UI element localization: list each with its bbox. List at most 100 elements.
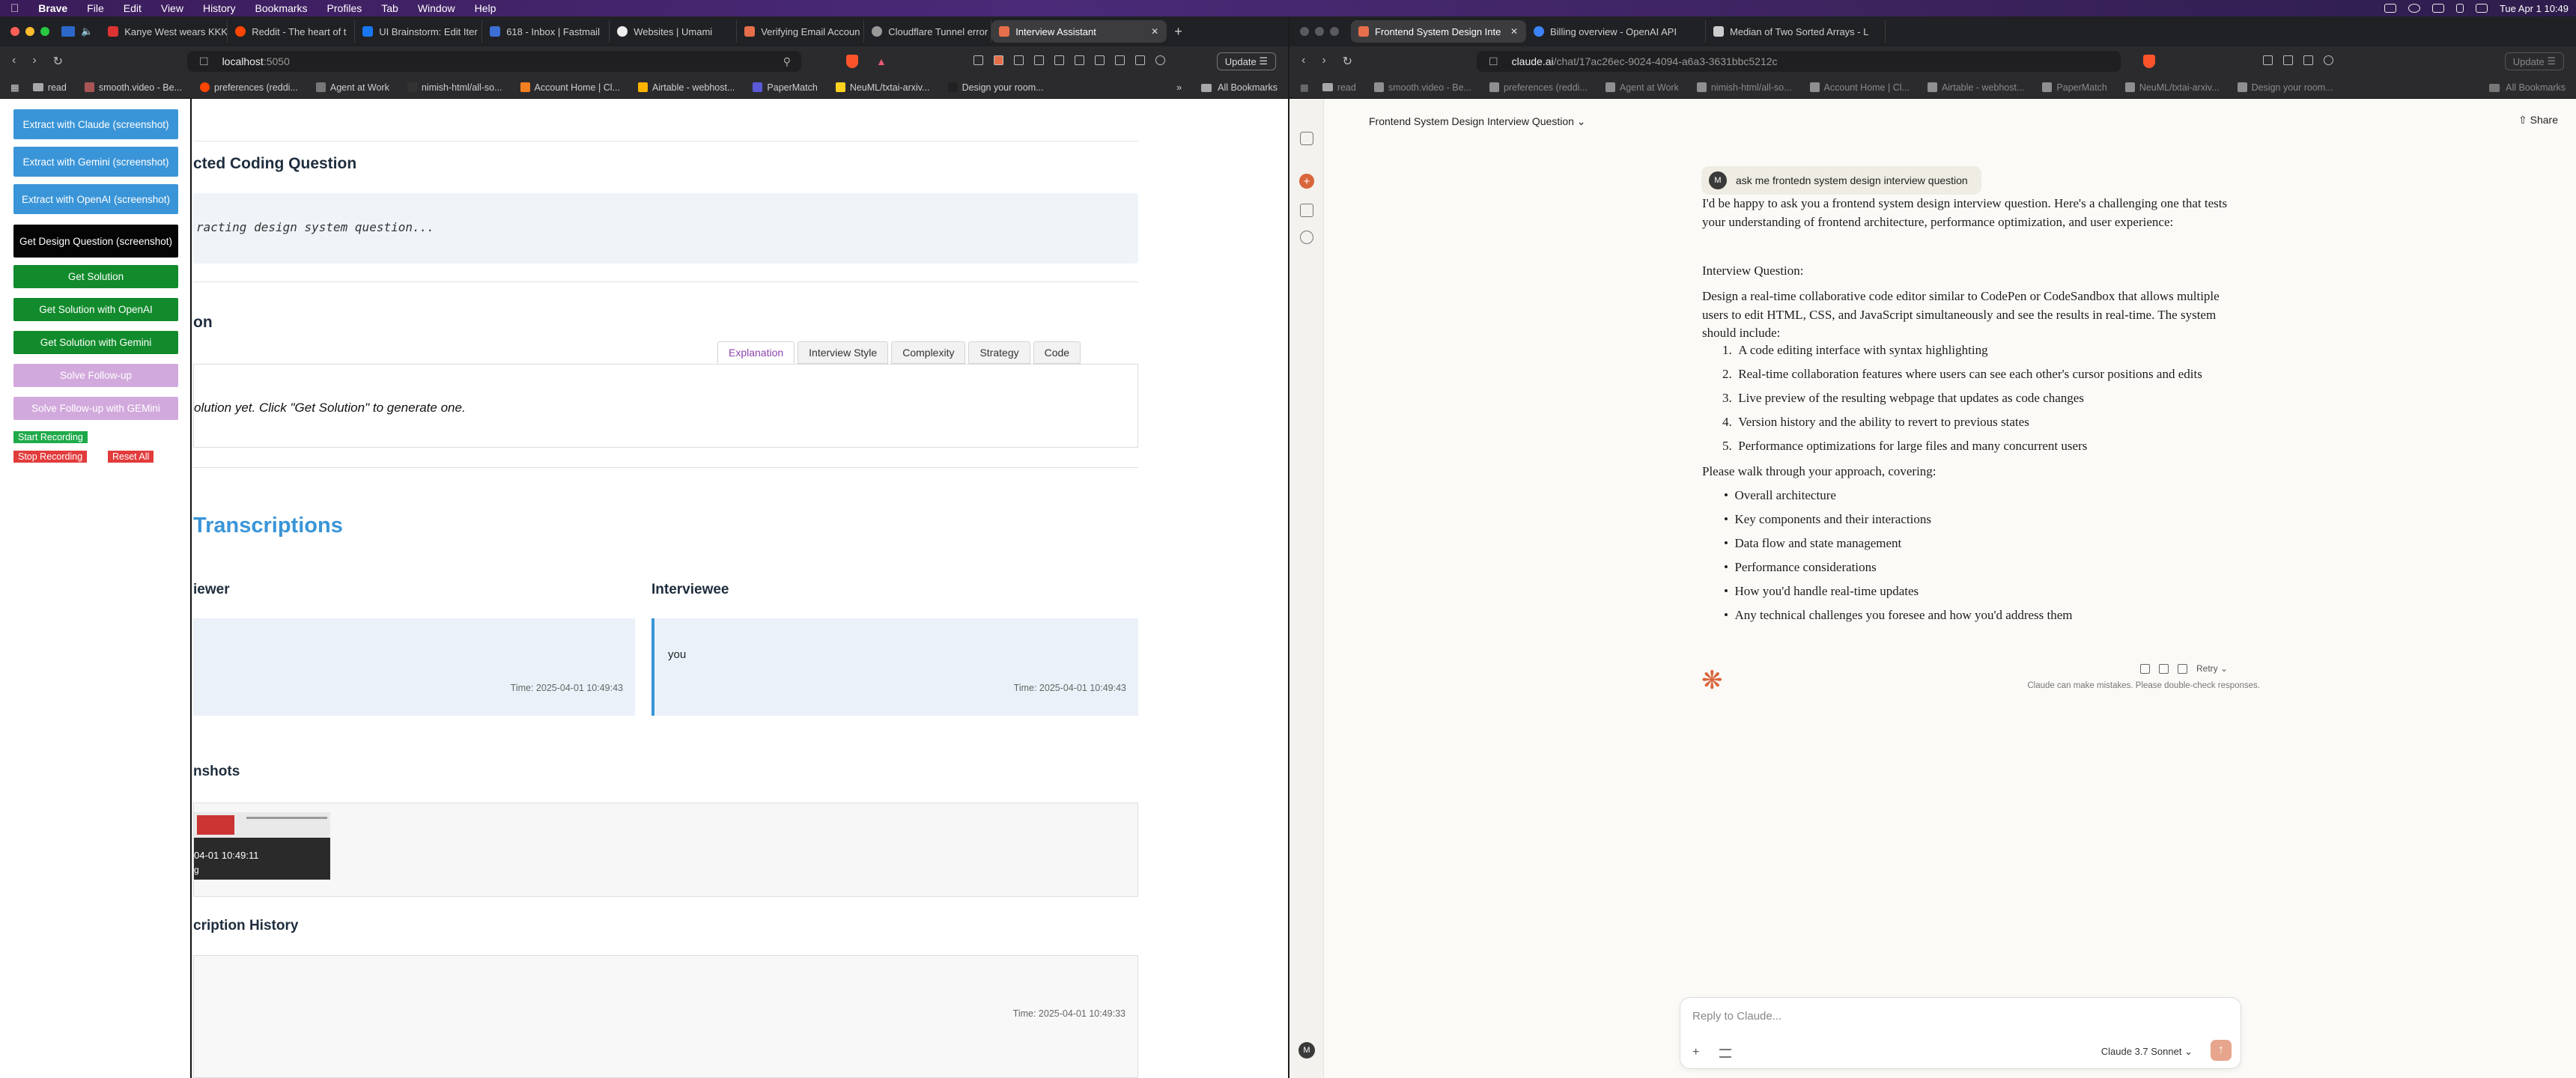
apps-grid-icon[interactable]: ▦ [1300,82,1309,93]
extension-icon[interactable] [994,55,1003,65]
app-menu[interactable]: Brave [28,2,77,14]
forward-icon[interactable]: › [1322,54,1325,69]
menu-history[interactable]: History [193,2,246,14]
browser-tab[interactable]: 618 - Inbox | Fastmail [482,20,610,43]
solve-followup-button[interactable]: Solve Follow-up [13,364,178,387]
browser-tab[interactable]: Billing overview - OpenAI API [1526,20,1706,43]
brave-shields-icon[interactable] [846,55,858,68]
tab-complexity[interactable]: Complexity [891,341,966,364]
close-window-button[interactable] [10,27,19,36]
copy-icon[interactable] [2140,663,2150,674]
apps-grid-icon[interactable]: ▦ [10,82,19,93]
solve-followup-gemini-button[interactable]: Solve Follow-up with GEMini [13,397,178,420]
reply-input[interactable]: Reply to Claude... [1692,1010,1781,1023]
start-recording-button[interactable]: Start Recording [13,431,88,443]
browser-tab[interactable]: Websites | Umami [610,20,738,43]
menu-file[interactable]: File [77,2,114,14]
datetime[interactable]: Tue Apr 1 10:49 [2500,3,2569,14]
bookmark-item[interactable]: nimish-html/all-so... [1688,82,1801,93]
get-solution-button[interactable]: Get Solution [13,265,178,288]
status-icon[interactable] [2384,4,2396,13]
browser-tab[interactable]: Reddit - The heart of t [228,20,356,43]
wifi-icon[interactable] [2408,4,2420,13]
browser-tab[interactable]: Kanye West wears KKK [100,20,228,43]
extension-icon[interactable] [1054,55,1064,65]
forward-icon[interactable]: › [32,54,36,69]
brave-shields-icon[interactable] [2143,55,2155,68]
bookmark-item[interactable]: PaperMatch [744,82,826,93]
bookmark-icon[interactable]: ☐ [199,55,209,68]
extension-icon[interactable] [2303,55,2313,65]
back-icon[interactable]: ‹ [1301,54,1305,69]
address-bar[interactable]: ☐ localhost:5050 ⚲ [187,51,801,72]
back-icon[interactable]: ‹ [12,54,16,69]
bookmark-item[interactable]: read [24,82,76,93]
menu-bookmarks[interactable]: Bookmarks [246,2,318,14]
get-solution-openai-button[interactable]: Get Solution with OpenAI [13,298,178,321]
menu-edit[interactable]: Edit [114,2,151,14]
reload-icon[interactable]: ↻ [1343,54,1352,69]
bookmark-item[interactable]: smooth.video - Be... [76,82,191,93]
menu-window[interactable]: Window [408,2,465,14]
new-tab-button[interactable]: + [1174,24,1182,40]
share-button[interactable]: ⇧ Share [2518,114,2558,127]
send-icon[interactable]: ↑ [2211,1040,2232,1061]
tab-strategy[interactable]: Strategy [968,341,1030,364]
extension-icon[interactable] [1034,55,1044,65]
get-design-question-button[interactable]: Get Design Question (screenshot) [13,225,178,258]
extension-icon[interactable] [1014,55,1024,65]
bookmark-item[interactable]: Airtable - webhost... [629,82,744,93]
screenshot-thumbnail[interactable]: 04-01 10:49:11 g [194,812,330,880]
extension-icon[interactable] [1135,55,1145,65]
brave-rewards-icon[interactable]: ▲ [876,55,887,67]
options-icon[interactable] [1719,1049,1731,1058]
bookmark-item[interactable]: nimish-html/all-so... [398,82,511,93]
zoom-window-button[interactable] [1330,27,1339,36]
bookmark-item[interactable]: Design your room... [2229,82,2342,93]
bookmark-item[interactable]: NeuML/txtai-arxiv... [827,82,939,93]
sidebar-toggle-icon[interactable] [1300,132,1313,145]
all-bookmarks[interactable]: » All Bookmarks [1176,76,1278,99]
browser-tab-active[interactable]: Frontend System Design Inte ✕ [1351,20,1526,43]
apple-menu-icon[interactable]:  [0,2,28,15]
extension-icon[interactable] [2263,55,2273,65]
attach-icon[interactable]: + [1692,1046,1699,1059]
extension-icon[interactable] [2283,55,2293,65]
extension-icon[interactable] [1155,55,1165,65]
zoom-icon[interactable]: ⚲ [783,55,791,68]
bookmark-item[interactable]: Agent at Work [1597,82,1688,93]
reply-composer[interactable]: Reply to Claude... + Claude 3.7 Sonnet ⌄… [1680,997,2241,1069]
menu-view[interactable]: View [151,2,193,14]
browser-tab-active[interactable]: Interview Assistant ✕ [991,20,1167,43]
all-bookmarks[interactable]: All Bookmarks [2489,76,2566,99]
close-tab-icon[interactable]: ✕ [1510,26,1518,37]
bookmark-item[interactable]: preferences (reddi... [1480,82,1597,93]
tab-explanation[interactable]: Explanation [717,341,795,364]
battery-icon[interactable] [2431,4,2444,13]
thumbs-up-icon[interactable] [2159,663,2169,674]
zoom-window-button[interactable] [40,27,49,36]
update-button[interactable]: Update ☰ [2504,52,2564,70]
bookmark-item[interactable]: Account Home | Cl... [1801,82,1919,93]
extract-openai-button[interactable]: Extract with OpenAI (screenshot) [13,184,178,214]
browser-tab[interactable]: Median of Two Sorted Arrays - L [1706,20,1886,43]
extension-icon[interactable] [1095,55,1105,65]
reset-all-button[interactable]: Reset All [108,451,154,463]
extract-gemini-button[interactable]: Extract with Gemini (screenshot) [13,147,178,177]
model-selector[interactable]: Claude 3.7 Sonnet ⌄ [2101,1046,2193,1058]
close-window-button[interactable] [1300,27,1309,36]
bookmark-item[interactable]: Account Home | Cl... [511,82,629,93]
close-tab-icon[interactable]: ✕ [1151,26,1158,37]
browser-tab[interactable]: UI Brainstorm: Edit Iter [355,20,483,43]
extension-icon[interactable] [973,55,983,65]
minimize-window-button[interactable] [25,27,34,36]
reload-icon[interactable]: ↻ [53,54,63,69]
bookmark-icon[interactable]: ☐ [1489,55,1498,68]
browser-tab[interactable]: Verifying Email Accoun [737,20,865,43]
conversation-title[interactable]: Frontend System Design Interview Questio… [1369,115,1586,128]
menu-help[interactable]: Help [465,2,506,14]
extension-icon[interactable] [1115,55,1125,65]
bookmark-item[interactable]: Agent at Work [307,82,398,93]
extension-icon[interactable] [2324,55,2333,65]
bookmark-item[interactable]: read [1313,82,1365,93]
